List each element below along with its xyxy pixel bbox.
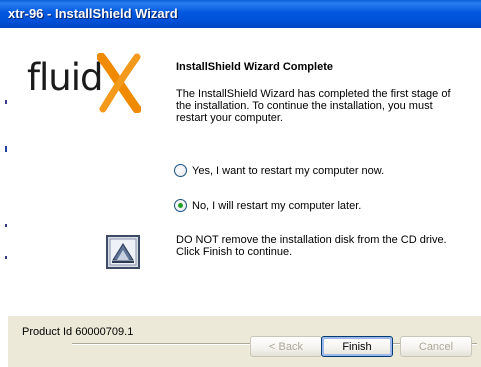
back-button[interactable]: < Back [250, 336, 322, 357]
restart-now-option[interactable]: Yes, I want to restart my computer now. [174, 164, 384, 177]
disk-notice: DO NOT remove the installation disk from… [176, 234, 447, 258]
cancel-button[interactable]: Cancel [400, 336, 472, 357]
desktop-edge [0, 28, 8, 367]
restart-later-radio[interactable] [174, 199, 187, 212]
fluidx-logo: fluid [27, 53, 141, 113]
logo-text: fluid [27, 56, 104, 99]
page-heading: InstallShield Wizard Complete [176, 61, 333, 73]
logo-x-mark [97, 53, 141, 113]
edge-mark [5, 224, 7, 227]
edge-mark [5, 256, 7, 259]
restart-later-label: No, I will restart my computer later. [192, 199, 362, 212]
product-id: Product Id 60000709.1 [22, 326, 134, 338]
restart-now-label: Yes, I want to restart my computer now. [192, 164, 385, 177]
wizard-dialog: fluid InstallShield Wizard Complete The … [8, 28, 481, 367]
completion-description: The InstallShield Wizard has completed t… [176, 88, 451, 124]
radio-selected-dot [178, 203, 183, 208]
edge-mark [5, 146, 7, 152]
finish-button[interactable]: Finish [321, 336, 393, 357]
restart-now-radio[interactable] [174, 164, 187, 177]
title-bar[interactable]: xtr-96 - InstallShield Wizard [0, 0, 481, 28]
install-disk-icon [106, 235, 140, 269]
window-title: xtr-96 - InstallShield Wizard [8, 6, 178, 21]
restart-later-option[interactable]: No, I will restart my computer later. [174, 199, 361, 212]
content-panel: fluid InstallShield Wizard Complete The … [8, 28, 481, 316]
edge-mark [5, 100, 7, 104]
